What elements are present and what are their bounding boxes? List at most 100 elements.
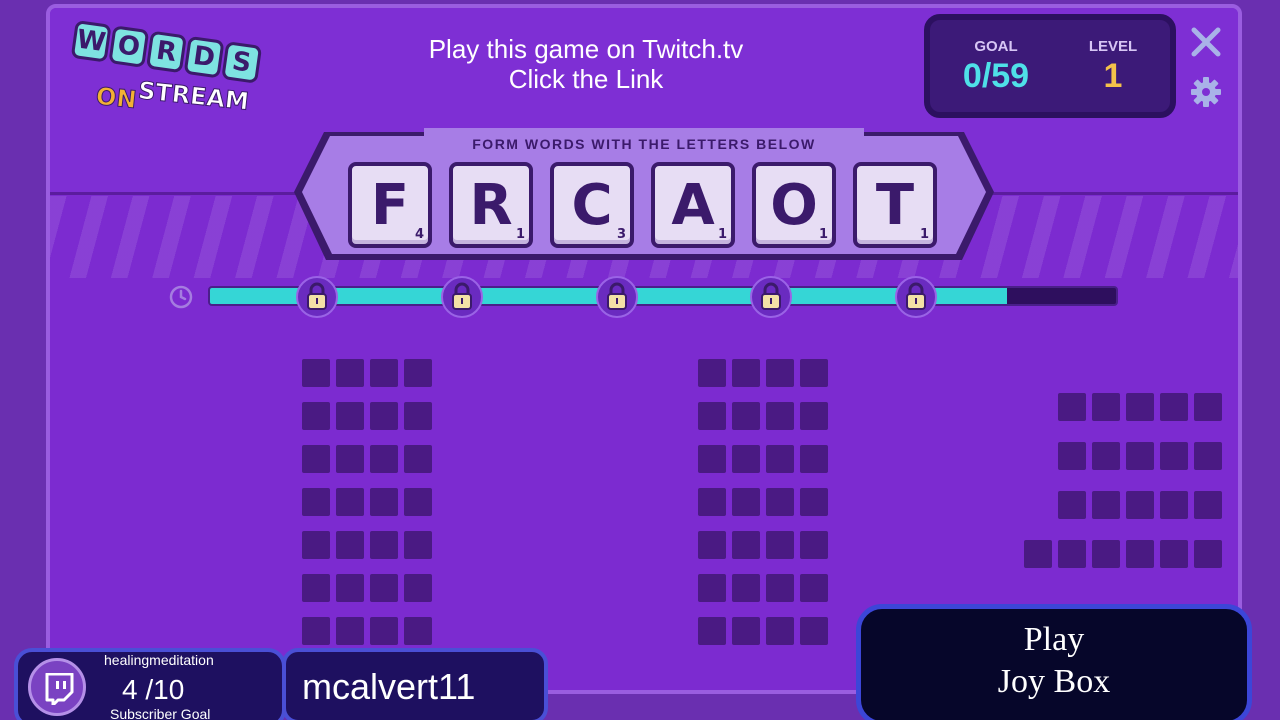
- close-icon[interactable]: [1188, 24, 1224, 60]
- username-panel: mcalvert11: [282, 648, 548, 720]
- letter-slot: [336, 617, 364, 645]
- word-slot-row: [302, 359, 432, 387]
- word-slot-row: [698, 531, 828, 559]
- letter-slot: [732, 402, 760, 430]
- lock-icon: [895, 276, 937, 318]
- letter-slot: [766, 402, 794, 430]
- word-slot-row: [698, 617, 828, 645]
- letter-slot: [1194, 442, 1222, 470]
- username: mcalvert11: [302, 666, 476, 707]
- letter-slot: [766, 488, 794, 516]
- word-slot-row: [302, 617, 432, 645]
- letter-tile[interactable]: F4: [348, 162, 432, 248]
- tile-score: 1: [717, 227, 727, 242]
- letter-slot: [370, 445, 398, 473]
- subscriber-goal-panel: healingmeditation 4 /10 Subscriber Goal: [14, 648, 286, 720]
- logo-letter: R: [145, 30, 187, 74]
- letter-slot: [336, 574, 364, 602]
- letter-tile[interactable]: C3: [550, 162, 634, 248]
- letter-slot: [1092, 393, 1120, 421]
- twitch-icon: [45, 673, 74, 705]
- word-grid: [302, 359, 432, 645]
- letters-banner: FORM WORDS WITH THE LETTERS BELOW F4 R1 …: [294, 126, 994, 264]
- letter-slot: [370, 402, 398, 430]
- letter-slot: [404, 359, 432, 387]
- letter-slot: [370, 488, 398, 516]
- letter-slot: [336, 531, 364, 559]
- letter-slot: [698, 359, 726, 387]
- tile-letter: R: [469, 172, 513, 238]
- letter-slot: [698, 617, 726, 645]
- joybox-line-1: Play: [1023, 621, 1085, 658]
- letter-slot: [732, 359, 760, 387]
- letter-slot: [698, 574, 726, 602]
- subscriber-goal-label: Subscriber Goal: [110, 706, 211, 720]
- tile-score: 1: [818, 227, 828, 242]
- play-joy-box-button[interactable]: Play Joy Box: [856, 604, 1252, 720]
- tile-score: 4: [414, 227, 424, 242]
- word-slot-row: [302, 488, 432, 516]
- letter-slot: [302, 488, 330, 516]
- letter-slot: [302, 359, 330, 387]
- goal-column: GOAL 0/59: [948, 38, 1044, 96]
- letter-slot: [302, 402, 330, 430]
- joybox-line-2: Joy Box: [997, 663, 1111, 700]
- letter-slot: [404, 574, 432, 602]
- logo-letter: D: [183, 35, 225, 79]
- logo-words: W O R D S: [70, 20, 263, 84]
- letter-slot: [1058, 393, 1086, 421]
- letter-slot: [732, 574, 760, 602]
- gear-icon[interactable]: [1190, 76, 1222, 108]
- word-slot-row: [698, 402, 828, 430]
- letter-slot: [1160, 442, 1188, 470]
- twitch-badge: [28, 658, 86, 716]
- lock-icon: [441, 276, 483, 318]
- letter-tile[interactable]: T1: [853, 162, 937, 248]
- letter-slot: [336, 402, 364, 430]
- letter-slot: [800, 359, 828, 387]
- level-label: LEVEL: [1088, 38, 1138, 55]
- word-slot-row: [1024, 540, 1222, 568]
- word-slot-row: [302, 574, 432, 602]
- tile-letter: F: [370, 172, 410, 238]
- letter-slot: [732, 488, 760, 516]
- letter-slot: [1126, 540, 1154, 568]
- word-slot-row: [698, 488, 828, 516]
- letter-tile[interactable]: O1: [752, 162, 836, 248]
- letter-slot: [732, 617, 760, 645]
- letter-slot: [404, 617, 432, 645]
- letter-slot: [302, 445, 330, 473]
- letter-slot: [404, 488, 432, 516]
- tile-letter: O: [770, 172, 818, 238]
- tile-score: 1: [919, 227, 929, 242]
- letter-tiles: F4 R1 C3 A1 O1 T1: [348, 162, 937, 248]
- lock-icon: [750, 276, 792, 318]
- letter-slot: [800, 488, 828, 516]
- tile-score: 3: [616, 227, 626, 242]
- letter-slot: [800, 531, 828, 559]
- clock-icon: [169, 285, 193, 309]
- level-value: 1: [1103, 57, 1123, 95]
- word-slot-row: [302, 531, 432, 559]
- letter-tile[interactable]: R1: [449, 162, 533, 248]
- timer-bar: [208, 286, 1118, 306]
- letter-slot: [698, 445, 726, 473]
- logo-stream: STREAM: [136, 76, 251, 116]
- letter-slot: [1092, 540, 1120, 568]
- letter-slot: [732, 445, 760, 473]
- letter-slot: [1126, 491, 1154, 519]
- tile-score: 1: [515, 227, 525, 242]
- letter-slot: [1194, 393, 1222, 421]
- letter-tile[interactable]: A1: [651, 162, 735, 248]
- letter-slot: [1160, 491, 1188, 519]
- letter-slot: [370, 359, 398, 387]
- logo-letter: S: [221, 41, 263, 84]
- promo-text: Play this game on Twitch.tv Click the Li…: [376, 34, 796, 94]
- letter-slot: [404, 531, 432, 559]
- tile-letter: T: [875, 172, 915, 238]
- logo-on: ON: [94, 81, 138, 115]
- tile-letter: A: [671, 172, 715, 238]
- word-slot-row: [698, 359, 828, 387]
- letter-slot: [1058, 491, 1086, 519]
- level-column: LEVEL 1: [1078, 38, 1148, 96]
